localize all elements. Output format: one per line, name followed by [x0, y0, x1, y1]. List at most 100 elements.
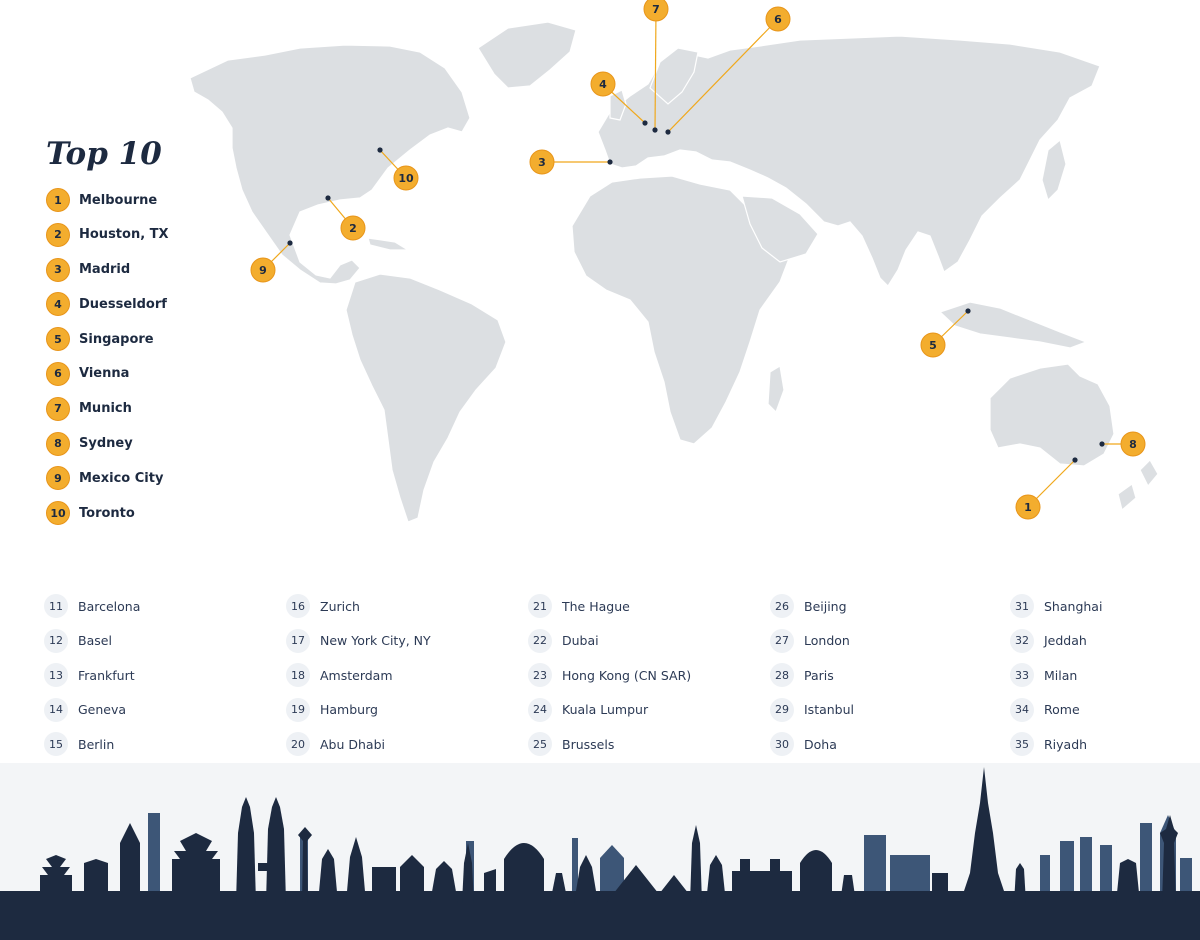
rank-badge: 7: [46, 396, 70, 421]
legend-city-name: Houston, TX: [79, 227, 169, 243]
rank-number: 11: [44, 594, 68, 618]
legend-item-2: 2 Houston, TX: [46, 222, 169, 247]
japan-landmass: [1041, 138, 1067, 202]
marker-badge-number: 4: [599, 78, 607, 91]
rank-city: Berlin: [78, 736, 115, 752]
marker-badge-number: 5: [929, 339, 937, 352]
city-location-dot: [607, 159, 613, 165]
legend-city-name: Singapore: [79, 331, 154, 347]
rank-row: 25 Brussels: [528, 732, 758, 756]
rank-row: 35 Riyadh: [1010, 732, 1200, 756]
rank-city: Abu Dhabi: [320, 736, 385, 752]
rank-city: Frankfurt: [78, 667, 135, 683]
rank-city: Dubai: [562, 633, 599, 648]
south-america-landmass: [345, 273, 507, 523]
rank-row: 17 New York City, NY: [286, 628, 516, 653]
rank-number: 15: [44, 732, 68, 756]
rank-badge: 4: [46, 292, 70, 317]
rank-row: 23 Hong Kong (CN SAR): [528, 663, 758, 687]
rank-city: Geneva: [78, 702, 127, 717]
city-location-dot: [652, 127, 658, 133]
rank-badge: 8: [46, 431, 70, 456]
rank-city: Hong Kong (CN SAR): [562, 667, 692, 683]
rank-badge: 3: [46, 257, 70, 282]
legend-city-name: Vienna: [79, 366, 130, 382]
rank-number: 26: [770, 594, 794, 618]
rank-row: 26 Beijing: [770, 594, 1000, 618]
city-location-dot: [1099, 441, 1105, 447]
marker-badge-number: 1: [1024, 501, 1032, 514]
rank-row: 20 Abu Dhabi: [286, 732, 516, 756]
legend-item-5: 5 Singapore: [46, 327, 169, 352]
rank-city: The Hague: [562, 598, 630, 614]
rank-row: 15 Berlin: [44, 732, 274, 756]
rank-number: 23: [528, 663, 552, 687]
rank-row: 34 Rome: [1010, 697, 1200, 722]
australia-landmass: [989, 363, 1115, 467]
rank-city: London: [804, 633, 850, 648]
rank-column-3: 21 The Hague 22 Dubai 23 Hong Kong (CN SAR)…: [528, 594, 758, 767]
city-location-dot: [325, 195, 331, 201]
rank-row: 27 London: [770, 628, 1000, 653]
rank-row: 33 Milan: [1010, 663, 1200, 687]
rank-number: 27: [770, 628, 794, 653]
cuba-landmass: [367, 237, 411, 251]
legend-item-9: 9 Mexico City: [46, 466, 169, 491]
rank-number: 19: [286, 697, 310, 722]
city-location-dot: [665, 129, 671, 135]
legend-city-name: Duesseldorf: [79, 296, 167, 312]
rank-number: 34: [1010, 697, 1034, 722]
rank-row: 24 Kuala Lumpur: [528, 697, 758, 722]
rank-city: Kuala Lumpur: [562, 702, 649, 717]
legend-city-name: Toronto: [79, 505, 135, 521]
map-marker-3: 3: [529, 149, 613, 175]
rank-number: 25: [528, 732, 552, 756]
city-location-dot: [377, 147, 383, 153]
rank-city: Beijing: [804, 598, 847, 614]
rank-number: 29: [770, 697, 794, 722]
north-america-landmass: [189, 44, 471, 285]
legend-item-10: 10 Toronto: [46, 501, 169, 526]
legend-city-name: Madrid: [79, 262, 131, 278]
rank-number: 13: [44, 663, 68, 687]
rank-number: 30: [770, 732, 794, 756]
rank-number: 22: [528, 628, 552, 653]
rank-row: 22 Dubai: [528, 628, 758, 653]
rank-row: 31 Shanghai: [1010, 594, 1200, 618]
rank-number: 14: [44, 697, 68, 722]
rank-badge: 1: [46, 188, 70, 212]
rank-row: 28 Paris: [770, 663, 1000, 687]
marker-badge-number: 3: [538, 156, 546, 169]
legend-item-4: 4 Duesseldorf: [46, 292, 169, 317]
new-zealand-landmass: [1117, 459, 1159, 512]
rank-number: 31: [1010, 594, 1034, 618]
rank-badge: 5: [46, 327, 70, 352]
rank-row: 14 Geneva: [44, 697, 274, 722]
marker-badge-number: 8: [1129, 438, 1137, 451]
rank-city: Zurich: [320, 598, 360, 614]
rank-column-5: 31 Shanghai 32 Jeddah 33 Milan 34 Rome 35 Riy…: [1010, 594, 1200, 767]
rank-number: 20: [286, 732, 310, 756]
rank-city: Milan: [1044, 667, 1078, 683]
rank-number: 33: [1010, 663, 1034, 687]
rank-number: 28: [770, 663, 794, 687]
world-map: 1 2 3 4 5 6 7 8 9 10: [189, 0, 1159, 523]
city-location-dot: [1072, 457, 1078, 463]
rank-city: Istanbul: [804, 702, 855, 717]
map-marker-1: 1: [1015, 457, 1078, 520]
greenland-landmass: [477, 21, 577, 89]
top10-legend: 1 Melbourne 2 Houston, TX 3 Madrid 4 Due…: [46, 188, 169, 536]
southeast-asia-islands: [938, 301, 1088, 349]
rank-row: 21 The Hague: [528, 594, 758, 618]
rank-number: 32: [1010, 628, 1034, 653]
rank-city: Basel: [78, 633, 112, 648]
rank-number: 17: [286, 628, 310, 653]
rank-row: 16 Zurich: [286, 594, 516, 618]
rank-city: Rome: [1044, 702, 1080, 717]
legend-city-name: Melbourne: [79, 192, 158, 208]
legend-city-name: Munich: [79, 401, 132, 417]
legend-city-name: Sydney: [79, 436, 133, 452]
rank-row: 32 Jeddah: [1010, 628, 1200, 653]
rankings-11-35: 11 Barcelona 12 Basel 13 Frankfurt 14 Geneva…: [44, 594, 1200, 764]
rank-row: 19 Hamburg: [286, 697, 516, 722]
